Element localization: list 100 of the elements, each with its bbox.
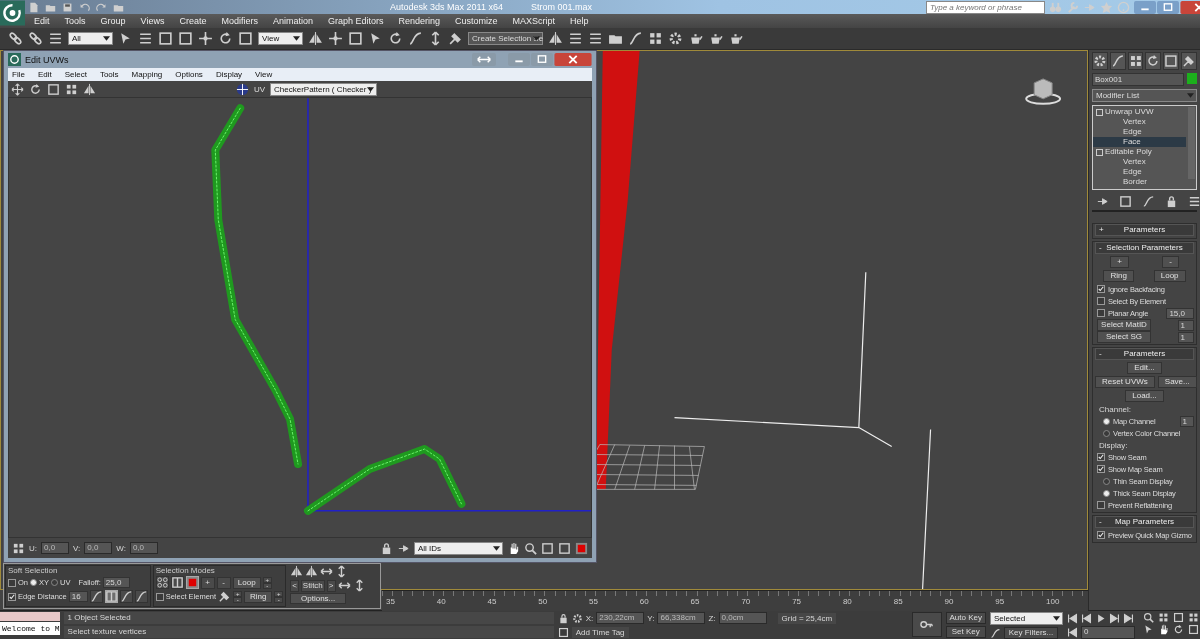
menu-item[interactable]: Customize: [455, 16, 498, 26]
panel-button[interactable]: Select SG: [1097, 331, 1151, 343]
go-to-end-icon[interactable]: [1123, 612, 1134, 624]
menu-item[interactable]: Tools: [64, 16, 86, 26]
curve-editor-icon[interactable]: [628, 31, 643, 46]
stack-sub-item[interactable]: Face: [1093, 137, 1186, 147]
app-logo-icon[interactable]: [0, 0, 25, 26]
mirror-icon[interactable]: [83, 82, 96, 96]
stack-sub-item[interactable]: Border: [1093, 177, 1186, 187]
falloff-curve-button[interactable]: [104, 590, 118, 603]
stack-item[interactable]: Editable Poly: [1093, 147, 1186, 157]
render-teapot-icon[interactable]: [728, 31, 743, 46]
selection-mode-button[interactable]: [170, 576, 184, 589]
menu-item[interactable]: Animation: [272, 16, 313, 26]
menu-item[interactable]: Tools: [99, 70, 119, 79]
zoom-icon[interactable]: [1143, 612, 1154, 623]
window-crossing-icon[interactable]: [178, 31, 193, 46]
key-mode-dropdown[interactable]: Selected: [990, 612, 1063, 625]
checkbox[interactable]: [1097, 453, 1105, 461]
select-object-icon[interactable]: [118, 31, 133, 46]
menu-item[interactable]: Create: [179, 16, 207, 26]
maximize-button[interactable]: [1156, 0, 1179, 14]
stack-item[interactable]: Unwrap UVW: [1093, 107, 1186, 117]
rotate-icon[interactable]: [29, 82, 42, 96]
number-spinner[interactable]: 1: [1177, 319, 1194, 331]
panel-button[interactable]: Loop: [1153, 270, 1186, 282]
grow-button[interactable]: +: [200, 576, 215, 589]
id-filter-dropdown[interactable]: All IDs: [414, 541, 503, 555]
radio-button[interactable]: [1103, 417, 1110, 425]
checkbox[interactable]: [1097, 531, 1105, 539]
checkbox[interactable]: [1097, 465, 1105, 473]
selection-filter-dropdown[interactable]: All: [68, 32, 113, 45]
stack-sub-item[interactable]: Edge: [1093, 167, 1186, 177]
time-slider-track[interactable]: 35 40 45 50 55 60 65 70 75 80 85 90 95 100: [382, 590, 1088, 611]
reference-coordinate-dropdown[interactable]: View: [258, 32, 303, 45]
current-frame-field[interactable]: 0: [1081, 625, 1135, 639]
menu-item[interactable]: Select: [64, 70, 87, 79]
menu-item[interactable]: Group: [100, 16, 126, 26]
checkbox[interactable]: [1097, 309, 1105, 317]
checkbox[interactable]: [155, 592, 164, 601]
go-to-start-icon[interactable]: [1067, 612, 1078, 624]
coordinate-field[interactable]: 66,338cm: [657, 612, 706, 624]
save-icon[interactable]: [62, 1, 73, 13]
rollout-header[interactable]: - Map Parameters: [1095, 516, 1194, 528]
coordinate-field[interactable]: 0,0: [41, 542, 69, 554]
mirror-icon[interactable]: [548, 31, 563, 46]
grid-snap-icon[interactable]: [12, 541, 25, 555]
tangent-curve-icon[interactable]: [990, 627, 1001, 639]
lock-icon[interactable]: [557, 612, 569, 624]
link-icon[interactable]: [8, 31, 23, 46]
radio-button[interactable]: [51, 579, 59, 586]
menu-item[interactable]: Help: [570, 16, 589, 26]
previous-frame-icon[interactable]: [1081, 612, 1092, 624]
radio-button[interactable]: [1103, 477, 1110, 485]
select-by-name-icon[interactable]: [138, 31, 153, 46]
resize-arrows-button[interactable]: [472, 53, 496, 66]
view-cube-icon[interactable]: [1025, 78, 1062, 105]
stack-sub-item[interactable]: Vertex: [1093, 117, 1186, 127]
number-spinner[interactable]: 25,0: [102, 577, 131, 588]
unlink-icon[interactable]: [28, 31, 43, 46]
panel-button[interactable]: Save...: [1157, 376, 1197, 388]
options-button[interactable]: Options...: [290, 593, 347, 604]
add-time-tag-button[interactable]: Add Time Tag: [571, 626, 629, 638]
scale-icon[interactable]: [47, 82, 60, 96]
checkbox[interactable]: [8, 578, 16, 587]
zoom-icon[interactable]: [524, 541, 537, 555]
coordinate-field[interactable]: 0,0cm: [718, 612, 767, 624]
radio-button[interactable]: [30, 579, 37, 586]
checker-icon[interactable]: [575, 541, 588, 555]
panel-button[interactable]: Reset UVWs: [1095, 376, 1155, 388]
panel-button[interactable]: Load...: [1125, 390, 1164, 402]
maximize-button[interactable]: [531, 53, 553, 66]
lock-icon[interactable]: [380, 541, 393, 555]
auto-key-button[interactable]: Auto Key: [945, 612, 986, 624]
checkbox[interactable]: [1097, 297, 1105, 305]
pivot-icon[interactable]: [328, 31, 343, 46]
panel-button[interactable]: Edit...: [1127, 362, 1162, 374]
scrollbar[interactable]: [1188, 107, 1195, 179]
shrink-button[interactable]: -: [216, 576, 231, 589]
script-listener-field[interactable]: Welcome to M: [0, 622, 60, 635]
play-icon[interactable]: [1095, 612, 1106, 624]
selection-mode-button[interactable]: [185, 576, 199, 589]
menu-item[interactable]: Edit: [34, 16, 50, 26]
rotate-icon[interactable]: [218, 31, 233, 46]
rollout-header[interactable]: + Parameters: [1095, 224, 1194, 236]
panel-button[interactable]: Select MatID: [1097, 319, 1151, 331]
menu-item[interactable]: Display: [215, 70, 243, 79]
number-spinner[interactable]: 1: [1179, 415, 1194, 427]
falloff-curve-button[interactable]: [134, 590, 148, 603]
panel-button[interactable]: +: [1110, 256, 1129, 268]
number-spinner[interactable]: 15,0: [1166, 307, 1194, 319]
rectangle-selection-icon[interactable]: [158, 31, 173, 46]
star-icon[interactable]: [1099, 0, 1113, 14]
listener-output-field[interactable]: [0, 612, 60, 621]
object-color-swatch[interactable]: [1187, 73, 1197, 84]
set-key-button[interactable]: Set Key: [945, 626, 986, 638]
menu-item[interactable]: Rendering: [398, 16, 441, 26]
ring-button[interactable]: Ring: [244, 590, 273, 603]
stitch-next-button[interactable]: >: [326, 579, 336, 592]
rollout-header[interactable]: - Parameters: [1095, 348, 1194, 360]
